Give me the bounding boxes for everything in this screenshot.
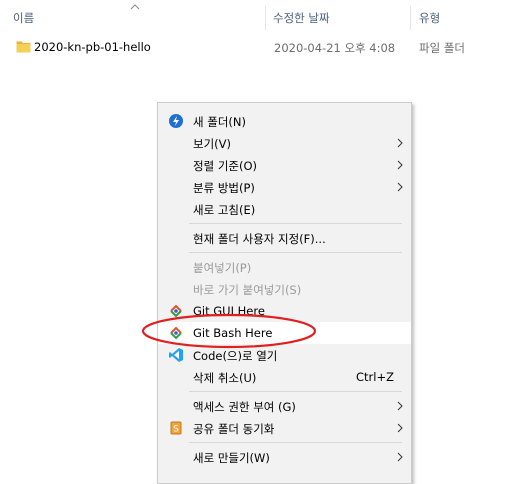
menu-divider (189, 442, 402, 443)
sort-ascending-icon (130, 4, 140, 10)
menu-item-give-access[interactable]: 액세스 권한 부여 (G) (158, 395, 411, 417)
chevron-right-icon (397, 452, 403, 462)
sync-folder-icon: S (170, 421, 182, 435)
column-name[interactable]: 이름 (13, 10, 34, 26)
menu-item-refresh[interactable]: 새로 고침(E) (158, 198, 411, 220)
menu-label: 분류 방법(P) (193, 181, 255, 195)
menu-label: 삭제 취소(U) (193, 371, 257, 385)
menu-label: 보기(V) (193, 137, 231, 151)
menu-label: 새 폴더(N) (193, 115, 246, 129)
menu-divider (189, 391, 402, 392)
menu-label: 현재 폴더 사용자 지정(F)... (193, 232, 326, 246)
menu-item-view[interactable]: 보기(V) (158, 132, 411, 154)
menu-item-group-by[interactable]: 분류 방법(P) (158, 176, 411, 198)
column-date-modified[interactable]: 수정한 날짜 (273, 10, 330, 26)
file-type: 파일 폴더 (419, 41, 465, 55)
menu-divider (189, 223, 402, 224)
folder-icon (16, 41, 31, 53)
chevron-right-icon (397, 401, 403, 411)
svg-text:S: S (173, 425, 179, 435)
menu-label: 정렬 기준(O) (193, 159, 257, 173)
column-header-bar: 이름 수정한 날짜 유형 (0, 0, 531, 34)
file-date: 2020-04-21 오후 4:08 (274, 41, 396, 55)
menu-label: 액세스 권한 부여 (G) (193, 400, 296, 414)
file-name[interactable]: 2020-kn-pb-01-hello (34, 40, 151, 54)
menu-divider (189, 252, 402, 253)
column-divider[interactable] (265, 6, 266, 30)
menu-shortcut: Ctrl+Z (356, 370, 394, 384)
menu-item-paste[interactable]: 붙여넣기(P) (158, 256, 411, 278)
menu-item-customize-folder[interactable]: 현재 폴더 사용자 지정(F)... (158, 227, 411, 249)
menu-label: Code(으)로 열기 (193, 349, 278, 363)
menu-item-new[interactable]: 새로 만들기(W) (158, 446, 411, 468)
menu-item-sort-by[interactable]: 정렬 기준(O) (158, 154, 411, 176)
chevron-right-icon (397, 423, 403, 433)
menu-label: 새로 고침(E) (193, 203, 256, 217)
chevron-right-icon (397, 160, 403, 170)
menu-label: 붙여넣기(P) (193, 261, 252, 275)
context-menu: 새 폴더(N) 보기(V) 정렬 기준(O) 분류 방법(P) 새로 고침(E)… (157, 102, 412, 484)
menu-label: 공유 폴더 동기화 (193, 422, 275, 436)
menu-label: 바로 가기 붙여넣기(S) (193, 283, 302, 297)
file-row[interactable]: 2020-kn-pb-01-hello 2020-04-21 오후 4:08 파… (0, 36, 531, 58)
column-type[interactable]: 유형 (419, 10, 440, 26)
lightning-folder-icon (169, 114, 183, 128)
menu-item-new-folder[interactable]: 새 폴더(N) (158, 110, 411, 132)
menu-item-paste-shortcut[interactable]: 바로 가기 붙여넣기(S) (158, 278, 411, 300)
column-divider[interactable] (410, 6, 411, 30)
chevron-right-icon (397, 182, 403, 192)
chevron-right-icon (397, 138, 403, 148)
menu-label: 새로 만들기(W) (193, 451, 270, 465)
menu-item-sync-shared-folder[interactable]: S 공유 폴더 동기화 (158, 417, 411, 439)
annotation-ellipse (141, 313, 317, 349)
menu-item-undo-delete[interactable]: 삭제 취소(U) Ctrl+Z (158, 366, 411, 388)
